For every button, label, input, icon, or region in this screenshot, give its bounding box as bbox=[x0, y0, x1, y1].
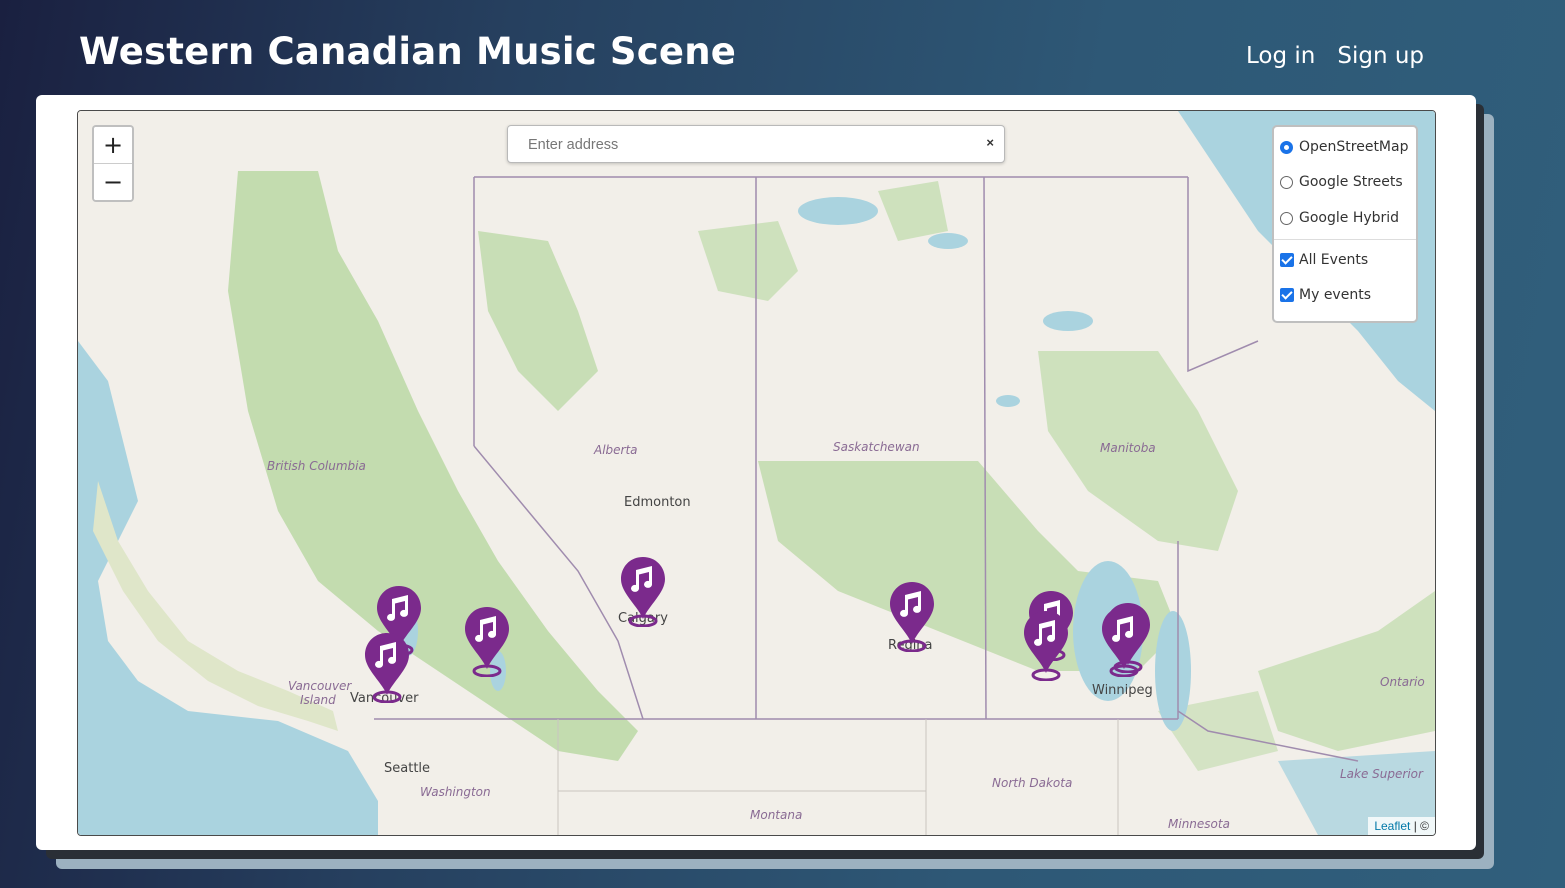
radio-icon[interactable] bbox=[1280, 175, 1293, 189]
map-view[interactable]: British Columbia Alberta Saskatchewan Ma… bbox=[77, 110, 1436, 836]
login-link[interactable]: Log in bbox=[1246, 43, 1315, 69]
music-note-map-pin-icon[interactable] bbox=[1100, 605, 1148, 678]
music-note-map-pin-icon[interactable] bbox=[888, 580, 936, 653]
radio-selected-icon[interactable] bbox=[1280, 140, 1293, 154]
music-note-map-pin-icon[interactable] bbox=[463, 605, 511, 678]
map-attribution: Leaflet | © bbox=[1368, 817, 1435, 835]
site-title: Western Canadian Music Scene bbox=[79, 30, 737, 73]
layer-label: Google Streets bbox=[1299, 174, 1403, 190]
label-saskatchewan: Saskatchewan bbox=[833, 440, 920, 454]
label-seattle: Seattle bbox=[384, 761, 431, 776]
label-edmonton: Edmonton bbox=[624, 495, 691, 510]
event-marker[interactable] bbox=[888, 580, 936, 653]
label-alberta: Alberta bbox=[594, 443, 638, 457]
music-note-map-pin-icon[interactable] bbox=[1022, 609, 1070, 682]
zoom-control: + − bbox=[92, 125, 134, 202]
label-manitoba: Manitoba bbox=[1100, 441, 1156, 455]
event-marker[interactable] bbox=[363, 631, 411, 704]
attribution-text: | © bbox=[1413, 819, 1429, 833]
basemap-tiles bbox=[78, 111, 1435, 835]
event-marker[interactable] bbox=[619, 555, 667, 628]
zoom-in-button[interactable]: + bbox=[94, 127, 132, 163]
layer-option-google-streets[interactable]: Google Streets bbox=[1280, 174, 1403, 190]
overlay-option-all-events[interactable]: All Events bbox=[1280, 252, 1368, 268]
event-marker[interactable] bbox=[1100, 605, 1148, 678]
music-note-map-pin-icon[interactable] bbox=[619, 555, 667, 628]
top-nav: Log in Sign up bbox=[1246, 43, 1424, 69]
label-lake-superior: Lake Superior bbox=[1340, 767, 1423, 781]
search-clear-button[interactable]: × bbox=[986, 135, 994, 150]
checkbox-checked-icon[interactable] bbox=[1280, 253, 1294, 267]
label-winnipeg: Winnipeg bbox=[1092, 683, 1153, 698]
event-marker[interactable] bbox=[1022, 609, 1070, 682]
label-vancouver-island-1: Vancouver bbox=[288, 679, 352, 693]
label-washington: Washington bbox=[420, 785, 491, 799]
label-montana: Montana bbox=[750, 808, 803, 822]
zoom-out-button[interactable]: − bbox=[94, 163, 132, 200]
event-marker[interactable] bbox=[463, 605, 511, 678]
checkbox-checked-icon[interactable] bbox=[1280, 288, 1294, 302]
label-british-columbia: British Columbia bbox=[267, 459, 366, 473]
radio-icon[interactable] bbox=[1280, 211, 1293, 225]
layers-separator bbox=[1274, 239, 1416, 240]
overlay-label: My events bbox=[1299, 287, 1371, 303]
overlay-option-my-events[interactable]: My events bbox=[1280, 287, 1371, 303]
layer-option-google-hybrid[interactable]: Google Hybrid bbox=[1280, 210, 1399, 226]
label-vancouver-island-2: Island bbox=[300, 693, 336, 707]
signup-link[interactable]: Sign up bbox=[1337, 43, 1424, 69]
layer-label: OpenStreetMap bbox=[1299, 139, 1409, 155]
label-north-dakota: North Dakota bbox=[992, 776, 1073, 790]
music-note-map-pin-icon[interactable] bbox=[363, 631, 411, 704]
layer-label: Google Hybrid bbox=[1299, 210, 1400, 226]
address-search: × bbox=[507, 125, 1005, 164]
layer-option-openstreetmap[interactable]: OpenStreetMap bbox=[1280, 139, 1408, 155]
layers-control: OpenStreetMap Google Streets Google Hybr… bbox=[1272, 125, 1418, 323]
label-minnesota: Minnesota bbox=[1168, 817, 1230, 831]
label-ontario: Ontario bbox=[1380, 675, 1425, 689]
overlay-label: All Events bbox=[1299, 252, 1369, 268]
leaflet-link[interactable]: Leaflet bbox=[1374, 819, 1410, 833]
address-search-input[interactable] bbox=[508, 126, 980, 164]
